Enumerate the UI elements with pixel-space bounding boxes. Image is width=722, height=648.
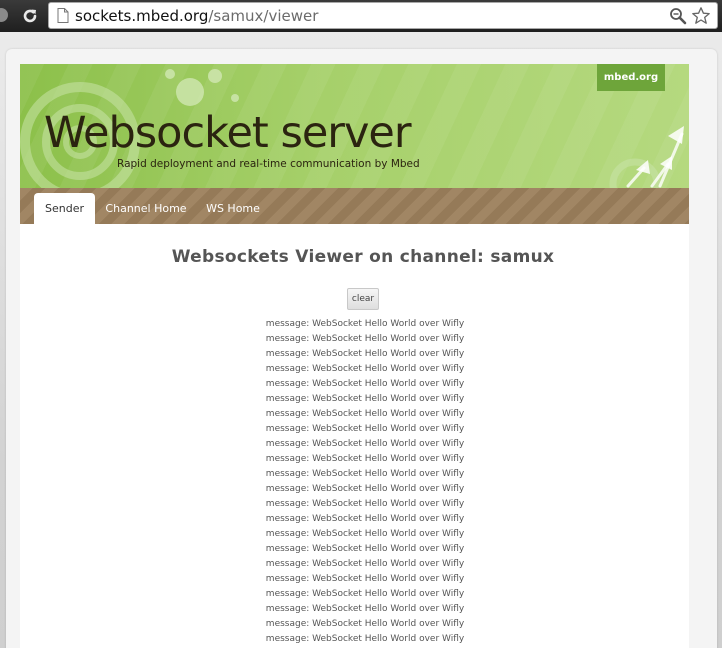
message-item: message: WebSocket Hello World over Wifl… xyxy=(265,484,465,494)
message-item: message: WebSocket Hello World over Wifl… xyxy=(265,469,465,479)
site-tagline: Rapid deployment and real-time communica… xyxy=(117,158,420,170)
reload-icon xyxy=(23,9,37,23)
address-bar[interactable]: sockets.mbed.org/samux/viewer xyxy=(48,2,718,29)
site-title: Websocket server xyxy=(44,108,412,158)
message-item: message: WebSocket Hello World over Wifl… xyxy=(265,559,465,569)
message-item: message: WebSocket Hello World over Wifl… xyxy=(265,589,465,599)
mbed-link[interactable]: mbed.org xyxy=(597,64,665,91)
message-item: message: WebSocket Hello World over Wifl… xyxy=(265,424,465,434)
tab-label: Sender xyxy=(45,202,84,215)
tab-sender[interactable]: Sender xyxy=(34,193,95,224)
tab-ws-home[interactable]: WS Home xyxy=(198,193,268,224)
message-list: message: WebSocket Hello World over Wifl… xyxy=(20,317,710,647)
message-item: message: WebSocket Hello World over Wifl… xyxy=(265,349,465,359)
site-inner: mbed.org Websocket server Rapid deployme… xyxy=(20,64,689,648)
message-item: message: WebSocket Hello World over Wifl… xyxy=(265,619,465,629)
url-host: sockets.mbed.org xyxy=(75,7,209,25)
message-item: message: WebSocket Hello World over Wifl… xyxy=(265,379,465,389)
message-item: message: WebSocket Hello World over Wifl… xyxy=(265,634,465,644)
message-item: message: WebSocket Hello World over Wifl… xyxy=(265,514,465,524)
page-viewport: mbed.org Websocket server Rapid deployme… xyxy=(0,32,722,648)
bookmark-star-icon[interactable] xyxy=(691,6,711,26)
message-item: message: WebSocket Hello World over Wifl… xyxy=(265,499,465,509)
message-item: message: WebSocket Hello World over Wifl… xyxy=(265,364,465,374)
message-item: message: WebSocket Hello World over Wifl… xyxy=(265,394,465,404)
message-item: message: WebSocket Hello World over Wifl… xyxy=(265,439,465,449)
message-item: message: WebSocket Hello World over Wifl… xyxy=(265,409,465,419)
browser-toolbar: sockets.mbed.org/samux/viewer xyxy=(0,0,722,32)
tab-label: Channel Home xyxy=(105,202,187,215)
tab-label: WS Home xyxy=(206,202,260,215)
message-item: message: WebSocket Hello World over Wifl… xyxy=(265,574,465,584)
header-banner: mbed.org Websocket server Rapid deployme… xyxy=(20,64,689,188)
message-item: message: WebSocket Hello World over Wifl… xyxy=(265,454,465,464)
page-title: Websockets Viewer on channel: samux xyxy=(171,247,555,267)
message-item: message: WebSocket Hello World over Wifl… xyxy=(265,544,465,554)
page-icon xyxy=(57,8,69,23)
nav-bar: Sender Channel Home WS Home xyxy=(20,188,689,224)
message-item: message: WebSocket Hello World over Wifl… xyxy=(265,529,465,539)
message-item: message: WebSocket Hello World over Wifl… xyxy=(265,319,465,329)
tab-channel-home[interactable]: Channel Home xyxy=(100,193,192,224)
clear-button[interactable]: clear xyxy=(347,288,379,310)
back-button[interactable] xyxy=(0,8,8,22)
message-item: message: WebSocket Hello World over Wifl… xyxy=(265,604,465,614)
message-item: message: WebSocket Hello World over Wifl… xyxy=(265,334,465,344)
url-text: sockets.mbed.org/samux/viewer xyxy=(75,7,318,25)
zoom-icon[interactable] xyxy=(669,7,687,25)
reload-button[interactable] xyxy=(18,4,42,28)
url-path: /samux/viewer xyxy=(208,7,319,25)
site-container: mbed.org Websocket server Rapid deployme… xyxy=(6,49,717,648)
